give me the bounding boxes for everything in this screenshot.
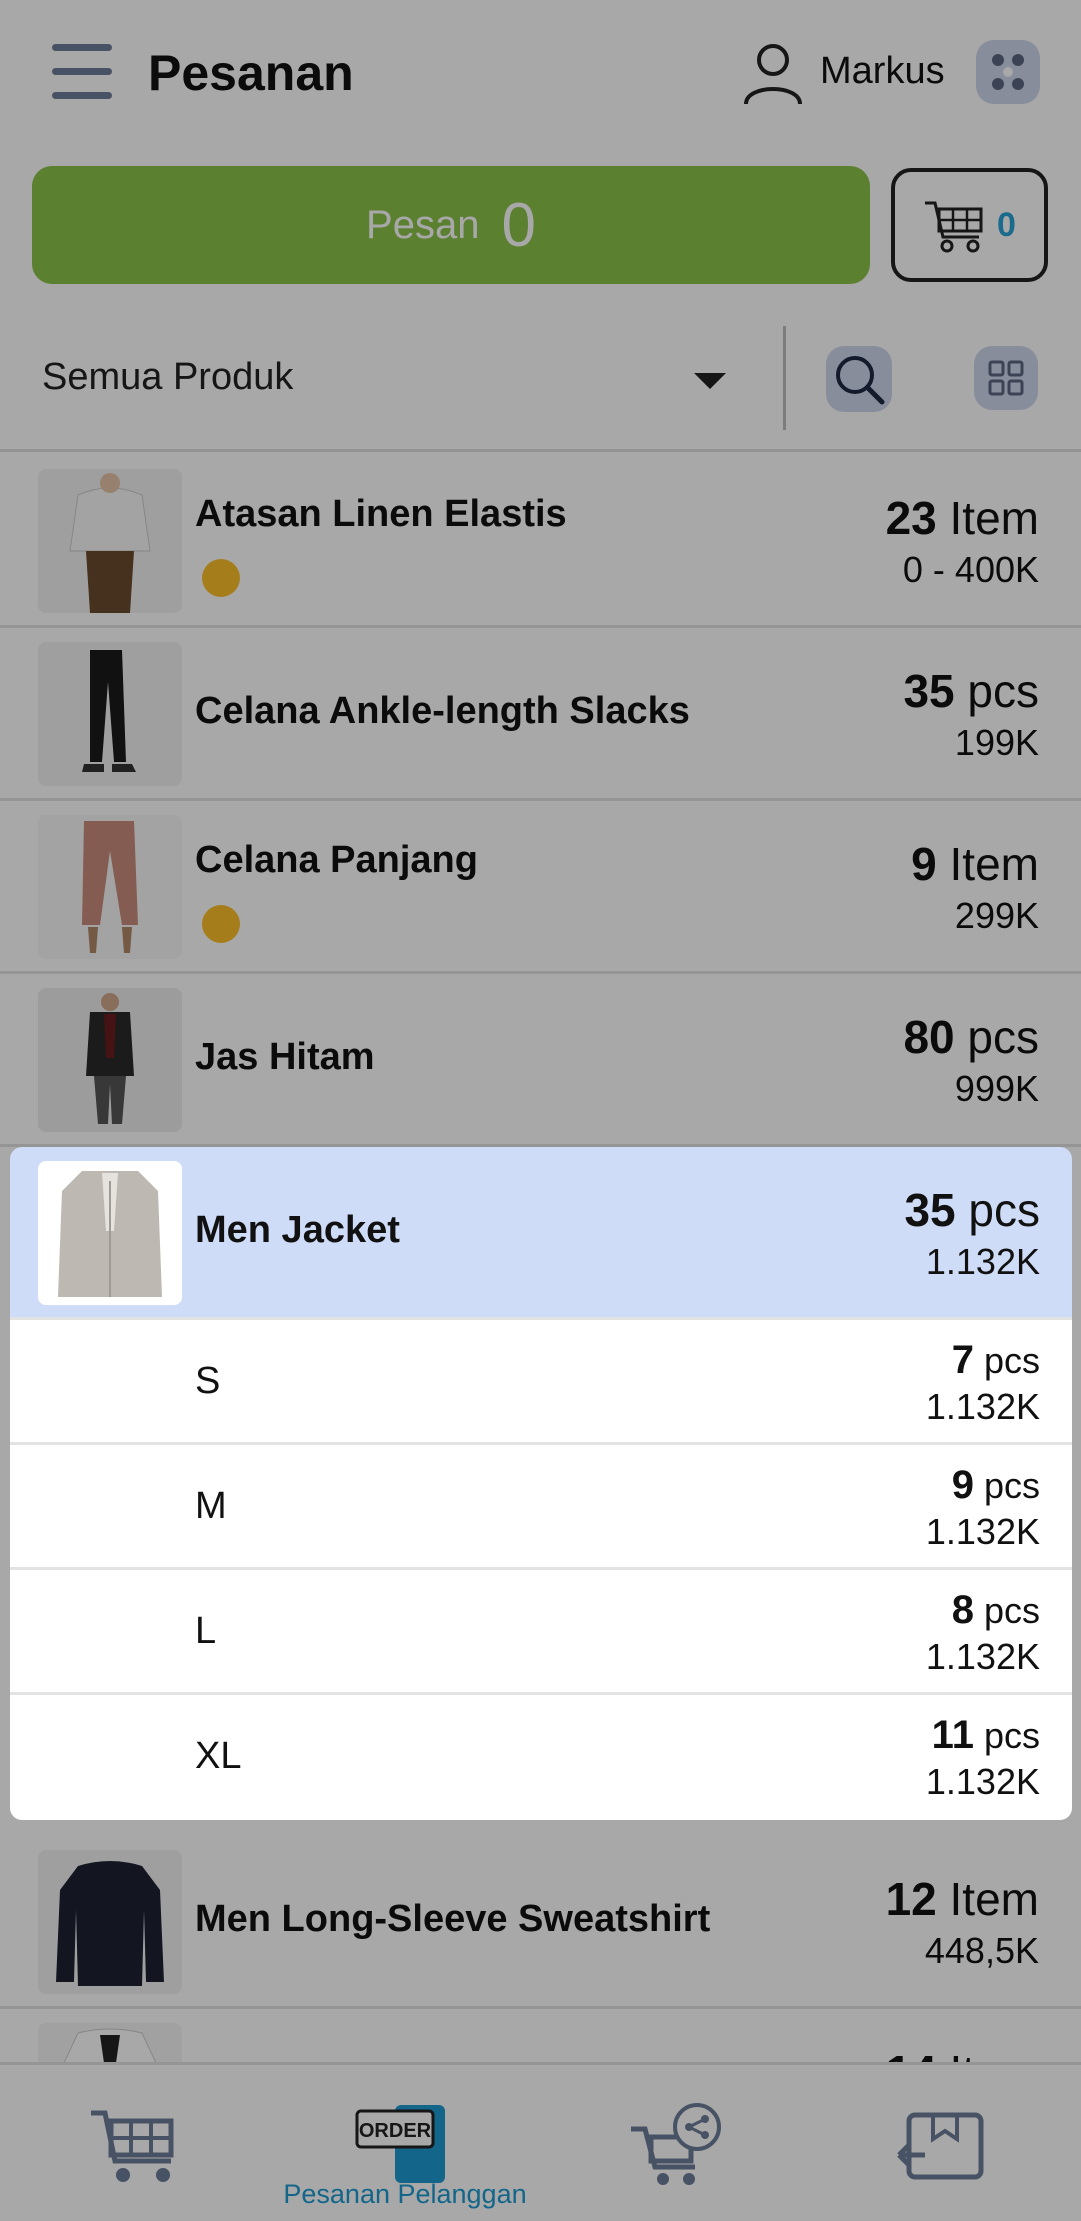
product-thumbnail	[38, 1850, 182, 1994]
variant-size: M	[195, 1485, 227, 1527]
star-icon	[202, 905, 240, 943]
product-row[interactable]: Men Long-Sleeve Sweatshirt 12 Item 448,5…	[0, 1836, 1081, 2009]
product-price: 199K	[954, 722, 1039, 763]
product-quantity: 23 Item	[885, 492, 1039, 544]
variant-row[interactable]: M 9 pcs 1.132K	[10, 1445, 1072, 1570]
product-name: Atasan Linen Elastis	[195, 493, 567, 535]
app-header: Pesanan Markus	[0, 0, 1081, 150]
product-quantity: 35 pcs	[903, 665, 1039, 717]
variant-price: 1.132K	[925, 1386, 1040, 1427]
variant-price: 1.132K	[925, 1761, 1040, 1802]
selected-product-row[interactable]: Men Jacket 35 pcs 1.132K	[10, 1147, 1072, 1320]
cart-count: 0	[997, 205, 1016, 244]
product-name: Men Jacket	[195, 1209, 400, 1251]
product-price: 1.132K	[925, 1241, 1040, 1282]
order-tablet-icon: ORDER	[355, 2105, 445, 2183]
product-thumbnail	[38, 1161, 182, 1305]
category-dropdown[interactable]: Semua Produk	[42, 356, 293, 399]
divider	[783, 326, 786, 430]
product-thumbnail	[38, 815, 182, 959]
product-name: Celana Panjang	[195, 839, 478, 881]
order-button[interactable]: Pesan 0	[32, 166, 870, 284]
chevron-down-icon[interactable]	[694, 373, 726, 389]
order-count: 0	[501, 190, 536, 260]
product-price: 999K	[954, 1068, 1039, 1109]
nav-item-cart[interactable]	[0, 2065, 270, 2221]
variant-quantity: 8 pcs	[951, 1588, 1040, 1632]
product-quantity: 80 pcs	[903, 1011, 1039, 1063]
product-quantity: 12 Item	[885, 1873, 1039, 1925]
product-row[interactable]: Jas Hitam 80 pcs 999K	[0, 974, 1081, 1147]
variant-quantity: 7 pcs	[951, 1338, 1040, 1382]
variant-price: 1.132K	[925, 1511, 1040, 1552]
nav-label: Pesanan Pelanggan	[283, 2179, 527, 2209]
variant-size: XL	[195, 1735, 242, 1777]
user-name[interactable]: Markus	[820, 50, 945, 93]
order-button-label: Pesan	[366, 202, 480, 247]
product-quantity: 9 Item	[911, 838, 1039, 890]
variant-size: L	[195, 1610, 217, 1652]
product-thumbnail	[38, 988, 182, 1132]
cart-icon	[925, 201, 983, 253]
variant-price: 1.132K	[925, 1636, 1040, 1677]
product-row[interactable]: Atasan Linen Elastis 23 Item 0 - 400K	[0, 455, 1081, 628]
cart-button[interactable]: 0	[891, 168, 1048, 282]
page-title: Pesanan	[148, 45, 354, 101]
variant-row[interactable]: L 8 pcs 1.132K	[10, 1570, 1072, 1695]
variant-row[interactable]: XL 11 pcs 1.132K	[10, 1695, 1072, 1820]
svg-text:ORDER: ORDER	[359, 2120, 432, 2142]
apps-icon[interactable]	[976, 40, 1040, 104]
nav-item-returns[interactable]	[810, 2065, 1080, 2221]
product-row[interactable]: Celana Panjang 9 Item 299K	[0, 801, 1081, 974]
cart-share-icon	[631, 2103, 721, 2185]
bottom-navigation: ORDER Pesanan Pelanggan	[0, 2062, 1081, 2221]
variant-size: S	[195, 1360, 221, 1402]
variant-row[interactable]: S 7 pcs 1.132K	[10, 1320, 1072, 1445]
variant-quantity: 11 pcs	[931, 1713, 1040, 1757]
user-icon[interactable]	[740, 40, 806, 106]
product-price: 448,5K	[924, 1930, 1039, 1971]
scan-icon[interactable]	[974, 346, 1038, 410]
product-name: Celana Ankle-length Slacks	[195, 690, 690, 732]
product-thumbnail	[38, 469, 182, 613]
product-thumbnail	[38, 642, 182, 786]
product-price: 0 - 400K	[902, 549, 1039, 590]
search-icon[interactable]	[826, 346, 892, 412]
cart-grid-icon	[91, 2110, 174, 2182]
product-price: 299K	[954, 895, 1039, 936]
product-row[interactable]: Celana Ankle-length Slacks 35 pcs 199K	[0, 628, 1081, 801]
product-name: Men Long-Sleeve Sweatshirt	[195, 1898, 711, 1940]
variant-quantity: 9 pcs	[951, 1463, 1040, 1507]
nav-item-share-cart[interactable]	[540, 2065, 810, 2221]
product-quantity: 35 pcs	[904, 1184, 1040, 1236]
hamburger-menu-icon[interactable]	[52, 44, 112, 100]
nav-item-customer-orders[interactable]: ORDER Pesanan Pelanggan	[270, 2065, 540, 2221]
product-name: Jas Hitam	[195, 1036, 375, 1078]
box-return-icon	[897, 2112, 984, 2180]
filter-bar: Semua Produk	[0, 322, 1081, 452]
star-icon	[202, 559, 240, 597]
